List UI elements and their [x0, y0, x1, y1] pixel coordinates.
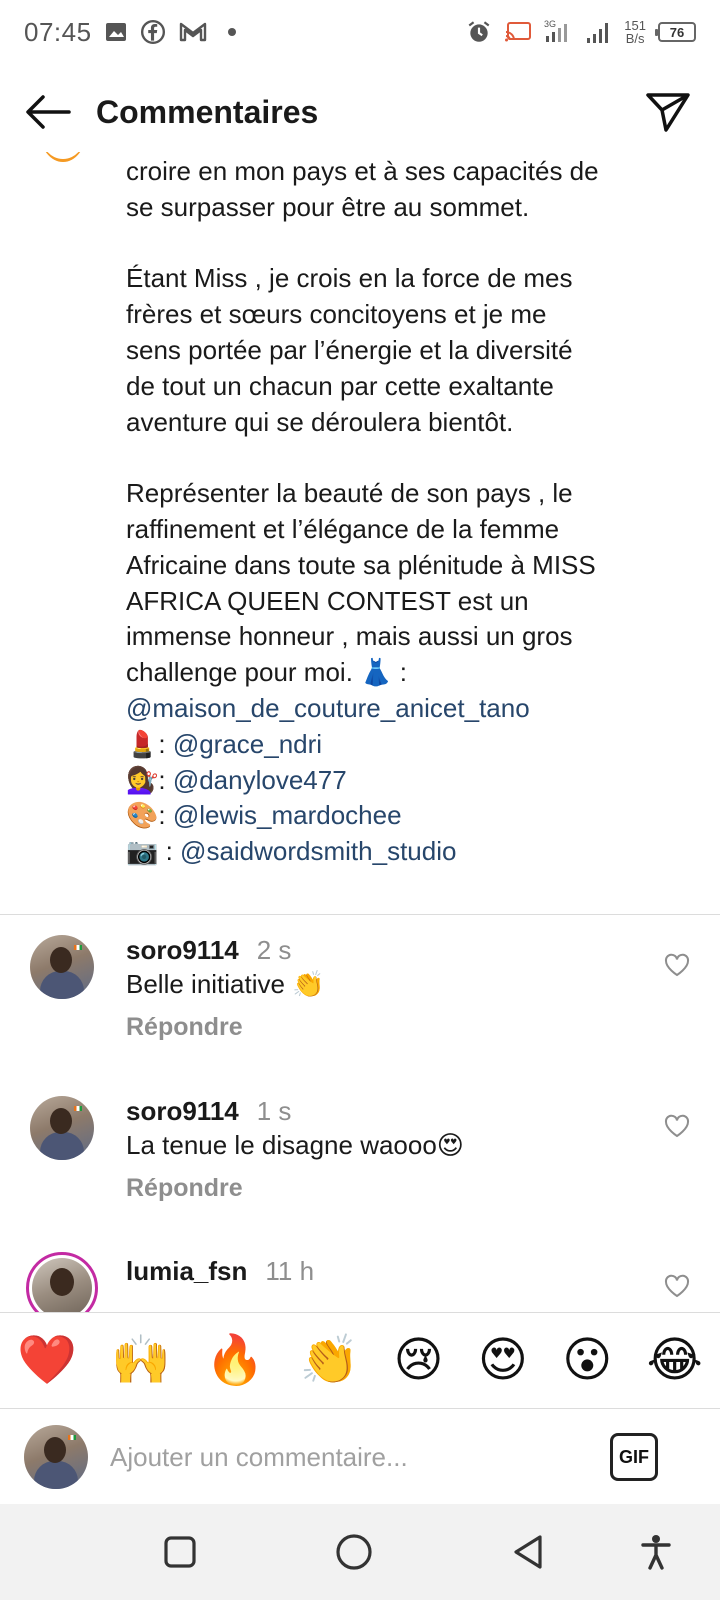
gmail-icon — [179, 22, 206, 42]
caption-credit-line: 💇‍♀️: @danylove477 — [126, 764, 347, 795]
status-system-icons: 3G 151 B/s 76 — [466, 18, 696, 46]
network-speed-unit: B/s — [625, 31, 645, 46]
signal-icon — [587, 23, 609, 43]
emoji-crying-button[interactable]: 😢 — [394, 1333, 444, 1389]
comment-item: soro9114 1 s La tenue le disagne waooo😍 R… — [0, 1076, 720, 1216]
page-title: Commentaires — [96, 93, 319, 130]
alarm-icon — [468, 21, 490, 42]
comment-time: 2 s — [256, 935, 292, 965]
triangle-back-icon — [514, 1535, 542, 1569]
heart-like-icon[interactable] — [664, 1114, 690, 1138]
post-caption: croire en mon pays et à ses capacités de… — [126, 154, 646, 870]
status-bar: 07:45 3G 151 B/s 76 — [0, 0, 720, 64]
heart-like-icon[interactable] — [664, 1274, 690, 1298]
facebook-icon — [140, 19, 165, 45]
network-speed: 151 B/s — [624, 19, 646, 45]
avatar[interactable] — [26, 1252, 98, 1312]
home-button[interactable] — [334, 1532, 374, 1572]
emoji-clap-button[interactable]: 👏 — [299, 1333, 359, 1389]
emoji-laughing-button[interactable]: 😂 — [647, 1333, 703, 1389]
comment-time: 1 s — [256, 1096, 292, 1126]
header: Commentaires — [0, 72, 720, 152]
caption-credit-line: 🎨: @lewis_mardochee — [126, 800, 402, 831]
comment-text: La tenue le disagne waooo😍 — [126, 1130, 464, 1160]
emoji-heart-eyes-button[interactable]: 😍 — [478, 1333, 528, 1389]
cast-icon — [505, 22, 532, 42]
emoji-heart-button[interactable]: ❤️ — [17, 1333, 77, 1389]
status-notification-icons — [104, 19, 236, 45]
back-nav-button[interactable] — [508, 1532, 548, 1572]
emoji-reaction-bar: ❤️ 🙌 🔥 👏 😢 😍 😮 😂 — [0, 1312, 720, 1408]
mention-link[interactable]: @lewis_mardochee — [173, 800, 402, 830]
comment-username[interactable]: soro9114 2 s — [126, 935, 291, 966]
reply-button[interactable]: Répondre — [126, 1013, 243, 1042]
caption-paragraph-1: croire en mon pays et à ses capacités de… — [126, 156, 599, 222]
recent-apps-button[interactable] — [160, 1532, 200, 1572]
mention-link[interactable]: @maison_de_couture_anicet_tano — [126, 693, 530, 723]
reply-button[interactable]: Répondre — [126, 1174, 243, 1203]
emoji-fire-button[interactable]: 🔥 — [205, 1333, 265, 1389]
gif-button[interactable]: GIF — [610, 1433, 658, 1481]
comment-text: Belle initiative 👏 — [126, 969, 325, 999]
emoji-surprised-button[interactable]: 😮 — [562, 1333, 612, 1389]
mobile-signal-icon: 3G — [544, 19, 568, 42]
more-notifications-dot-icon — [227, 28, 236, 36]
status-time: 07:45 — [24, 16, 92, 47]
caption-credit-line: @maison_de_couture_anicet_tano — [126, 691, 646, 727]
comment-item: soro9114 2 s Belle initiative 👏 Répondre — [0, 915, 720, 1055]
svg-text:3G: 3G — [544, 19, 556, 29]
square-icon — [164, 1536, 196, 1568]
comment-username[interactable]: soro9114 1 s — [126, 1096, 291, 1127]
system-navigation-bar — [0, 1504, 720, 1600]
caption-credit-line: 💄: @grace_ndri — [126, 728, 323, 759]
avatar[interactable] — [30, 1096, 94, 1160]
back-arrow-icon — [26, 95, 71, 129]
mention-link[interactable]: @danylove477 — [173, 765, 347, 795]
comment-time: 11 h — [265, 1256, 315, 1286]
caption-credit-line: 📷 : @saidwordsmith_studio — [126, 836, 457, 867]
avatar[interactable] — [30, 935, 94, 999]
emoji-raised-hands-button[interactable]: 🙌 — [111, 1333, 171, 1389]
caption-paragraph-2: Étant Miss , je crois en la force de mes… — [126, 263, 573, 437]
avatar — [24, 1425, 88, 1489]
comment-item: lumia_fsn 11 h — [0, 1236, 720, 1312]
accessibility-icon — [641, 1535, 671, 1570]
caption-paragraph-3: Représenter la beauté de son pays , le r… — [126, 478, 596, 688]
comment-username[interactable]: lumia_fsn 11 h — [126, 1256, 314, 1287]
accessibility-button[interactable] — [636, 1532, 676, 1572]
gallery-icon — [105, 23, 126, 41]
caption-author-avatar[interactable] — [40, 152, 86, 162]
mention-link[interactable]: @saidwordsmith_studio — [180, 836, 456, 866]
share-button[interactable] — [640, 84, 696, 140]
comment-input[interactable] — [110, 1435, 580, 1479]
battery-level: 76 — [669, 24, 685, 40]
back-button[interactable] — [20, 84, 76, 140]
circle-icon — [336, 1534, 372, 1570]
mention-link[interactable]: @grace_ndri — [173, 729, 322, 759]
send-icon — [646, 93, 690, 132]
heart-like-icon[interactable] — [664, 953, 690, 977]
battery-icon: 76 — [655, 22, 696, 42]
add-comment-bar: GIF — [0, 1408, 720, 1504]
comments-list[interactable]: croire en mon pays et à ses capacités de… — [0, 152, 720, 1312]
